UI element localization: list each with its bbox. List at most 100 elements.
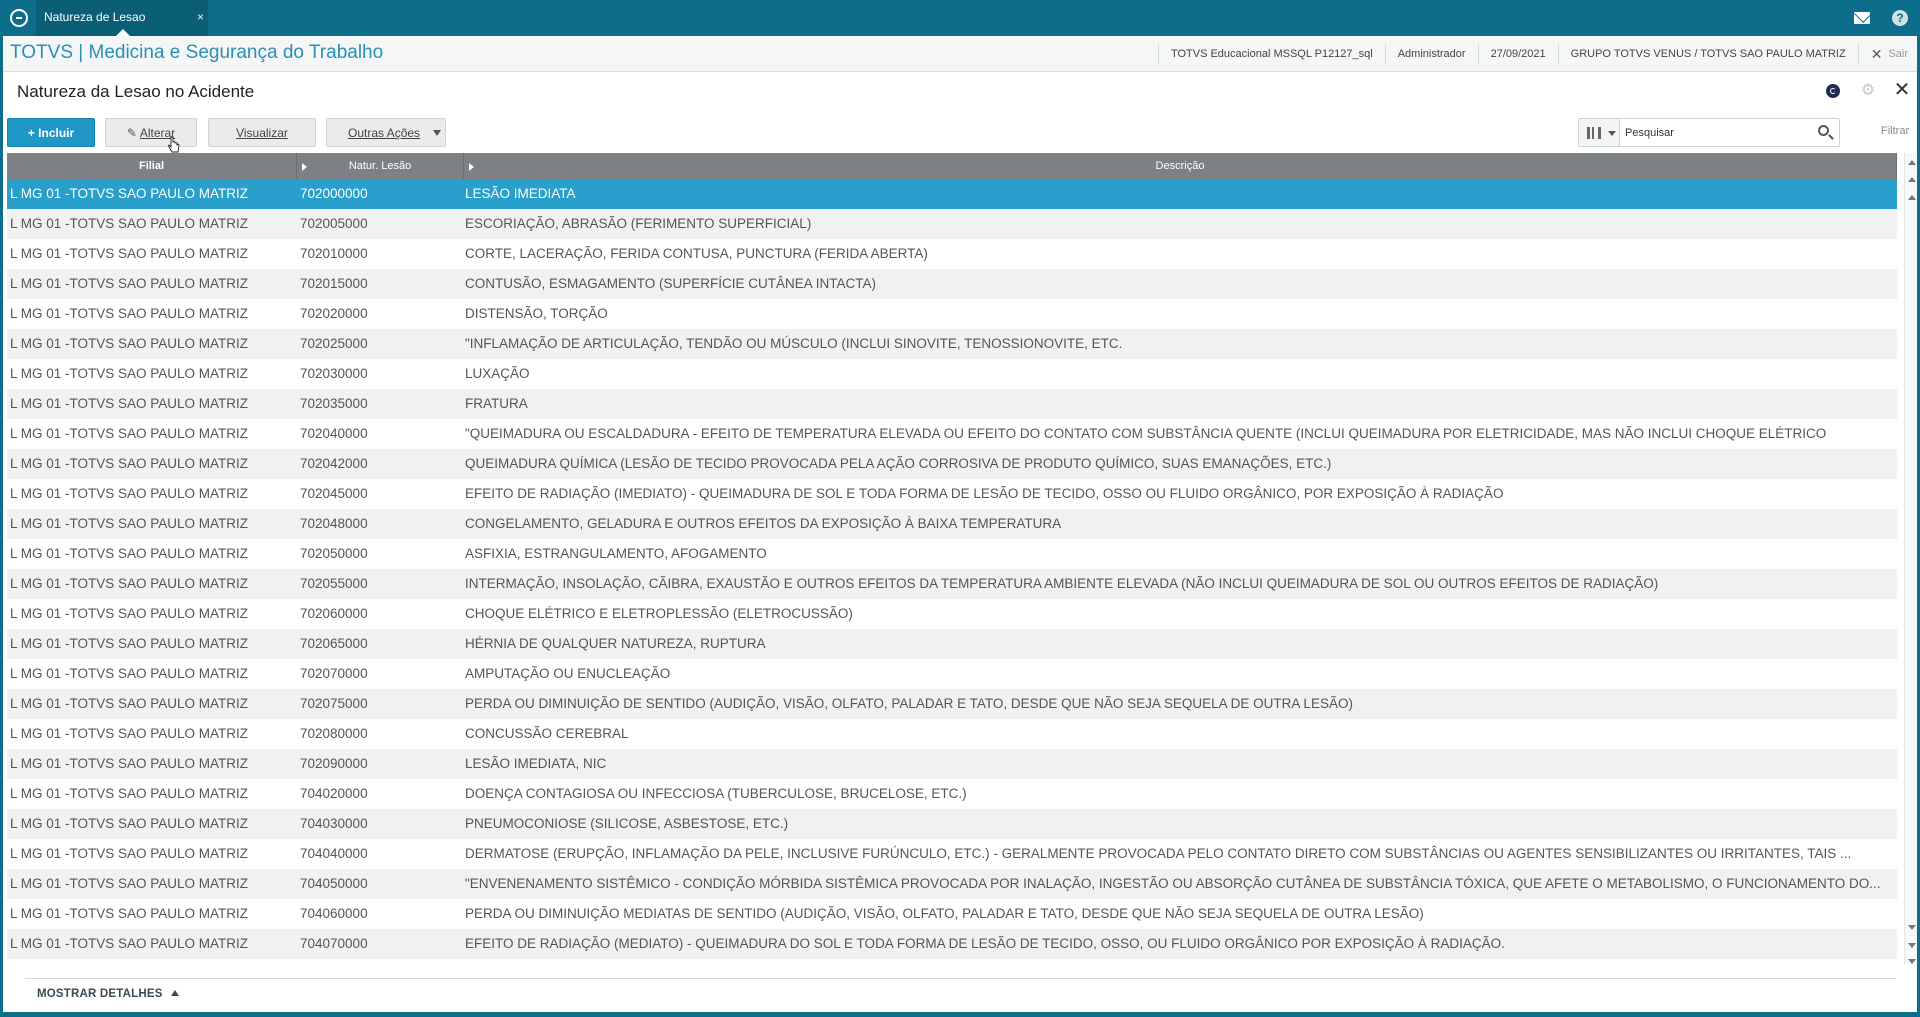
cell-natureza: 702060000 — [300, 606, 368, 621]
scroll-bottom-icon[interactable] — [1908, 959, 1916, 964]
table-row[interactable]: L MG 01 -TOTVS SAO PAULO MATRIZ 704070000… — [7, 929, 1897, 959]
table-row[interactable]: L MG 01 -TOTVS SAO PAULO MATRIZ 702045000… — [7, 479, 1897, 509]
cell-natureza: 702035000 — [300, 396, 368, 411]
cell-filial: L MG 01 -TOTVS SAO PAULO MATRIZ — [10, 246, 249, 261]
table-row[interactable]: L MG 01 -TOTVS SAO PAULO MATRIZ 702010000… — [7, 239, 1897, 269]
app-header: TOTVS | Medicina e Segurança do Trabalho… — [0, 36, 1920, 72]
cell-filial: L MG 01 -TOTVS SAO PAULO MATRIZ — [10, 636, 249, 651]
cell-natureza: 702020000 — [300, 306, 368, 321]
cell-filial: L MG 01 -TOTVS SAO PAULO MATRIZ — [10, 546, 249, 561]
help-icon[interactable]: ? — [1892, 10, 1908, 26]
table-row[interactable]: L MG 01 -TOTVS SAO PAULO MATRIZ 704020000… — [7, 779, 1897, 809]
details-footer: MOSTRAR DETALHES — [25, 978, 1896, 1008]
cell-filial: L MG 01 -TOTVS SAO PAULO MATRIZ — [10, 516, 249, 531]
chevron-down-icon — [433, 130, 441, 136]
cell-descricao: HÉRNIA DE QUALQUER NATUREZA, RUPTURA — [465, 636, 766, 651]
tab-natureza-lesao[interactable]: Natureza de Lesao [02.9.0035] × — [36, 0, 208, 58]
column-header-natureza-label: Natur. Lesão — [348, 160, 412, 172]
cell-descricao: PERDA OU DIMINUIÇÃO DE SENTIDO (AUDIÇÃO,… — [465, 696, 1353, 711]
grid-header: Filial Natur. Lesão Descrição — [7, 153, 1897, 179]
cell-descricao: PERDA OU DIMINUIÇÃO MEDIATAS DE SENTIDO … — [465, 906, 1424, 921]
chevron-up-icon — [170, 990, 179, 996]
mail-icon[interactable] — [1854, 12, 1870, 24]
table-row[interactable]: L MG 01 -TOTVS SAO PAULO MATRIZ 704030000… — [7, 809, 1897, 839]
chevron-down-icon — [1608, 131, 1616, 136]
cell-descricao: ESCORIAÇÃO, ABRASÃO (FERIMENTO SUPERFICI… — [465, 216, 812, 231]
column-header-natureza[interactable]: Natur. Lesão — [297, 153, 464, 179]
table-row[interactable]: L MG 01 -TOTVS SAO PAULO MATRIZ 702000000… — [7, 179, 1897, 209]
cell-filial: L MG 01 -TOTVS SAO PAULO MATRIZ — [10, 426, 249, 441]
show-details-button[interactable]: MOSTRAR DETALHES — [37, 988, 179, 1000]
cell-natureza: 702055000 — [300, 576, 368, 591]
table-row[interactable]: L MG 01 -TOTVS SAO PAULO MATRIZ 702042000… — [7, 449, 1897, 479]
table-row[interactable]: L MG 01 -TOTVS SAO PAULO MATRIZ 702090000… — [7, 749, 1897, 779]
table-row[interactable]: L MG 01 -TOTVS SAO PAULO MATRIZ 702025000… — [7, 329, 1897, 359]
more-actions-button[interactable]: Outras Ações — [326, 118, 446, 147]
table-row[interactable]: L MG 01 -TOTVS SAO PAULO MATRIZ 702048000… — [7, 509, 1897, 539]
cell-descricao: CHOQUE ELÉTRICO E ELETROPLESSÃO (ELETROC… — [465, 606, 853, 621]
table-row[interactable]: L MG 01 -TOTVS SAO PAULO MATRIZ 702075000… — [7, 689, 1897, 719]
cell-natureza: 702048000 — [300, 516, 368, 531]
include-button[interactable]: + Incluir — [7, 118, 95, 147]
mouse-cursor-icon — [168, 136, 180, 153]
cell-natureza: 702000000 — [300, 186, 368, 201]
table-row[interactable]: L MG 01 -TOTVS SAO PAULO MATRIZ 702065000… — [7, 629, 1897, 659]
cell-natureza: 702065000 — [300, 636, 368, 651]
alter-button[interactable]: ✎ Alterar — [105, 118, 197, 147]
cell-filial: L MG 01 -TOTVS SAO PAULO MATRIZ — [10, 756, 249, 771]
cell-descricao: INTERMAÇÃO, INSOLAÇÃO, CÃIBRA, EXAUSTÃO … — [465, 576, 1659, 591]
cell-descricao: PNEUMOCONIOSE (SILICOSE, ASBESTOSE, ETC.… — [465, 816, 789, 831]
gear-icon[interactable]: ⚙ — [1860, 83, 1876, 99]
table-row[interactable]: L MG 01 -TOTVS SAO PAULO MATRIZ 702035000… — [7, 389, 1897, 419]
table-row[interactable]: L MG 01 -TOTVS SAO PAULO MATRIZ 702070000… — [7, 659, 1897, 689]
cell-natureza: 702050000 — [300, 546, 368, 561]
search-box — [1578, 118, 1840, 147]
scroll-up-icon[interactable] — [1908, 195, 1916, 200]
table-row[interactable]: L MG 01 -TOTVS SAO PAULO MATRIZ 702060000… — [7, 599, 1897, 629]
cell-descricao: CONCUSSÃO CEREBRAL — [465, 726, 629, 741]
table-row[interactable]: L MG 01 -TOTVS SAO PAULO MATRIZ 702015000… — [7, 269, 1897, 299]
table-row[interactable]: L MG 01 -TOTVS SAO PAULO MATRIZ 704040000… — [7, 839, 1897, 869]
totvs-logo-icon[interactable] — [10, 9, 28, 27]
filter-link[interactable]: Filtrar — [1881, 125, 1909, 137]
column-header-descricao[interactable]: Descrição — [464, 153, 1897, 179]
table-row[interactable]: L MG 01 -TOTVS SAO PAULO MATRIZ 702055000… — [7, 569, 1897, 599]
window-border-bottom — [0, 1012, 1920, 1017]
cell-descricao: DERMATOSE (ERUPÇÃO, INFLAMAÇÃO DA PELE, … — [465, 846, 1852, 861]
scroll-top-icon[interactable] — [1908, 160, 1916, 165]
column-header-filial[interactable]: Filial — [7, 153, 297, 179]
cell-descricao: EFEITO DE RADIAÇÃO (IMEDIATO) - QUEIMADU… — [465, 486, 1504, 501]
cell-natureza: 702010000 — [300, 246, 368, 261]
page-down-icon[interactable] — [1908, 943, 1916, 948]
vertical-scrollbar[interactable] — [1904, 153, 1918, 965]
search-input[interactable] — [1625, 122, 1805, 143]
cell-filial: L MG 01 -TOTVS SAO PAULO MATRIZ — [10, 606, 249, 621]
table-row[interactable]: L MG 01 -TOTVS SAO PAULO MATRIZ 702040000… — [7, 419, 1897, 449]
exit-button[interactable]: ✕ Sair — [1857, 44, 1920, 64]
table-row[interactable]: L MG 01 -TOTVS SAO PAULO MATRIZ 702005000… — [7, 209, 1897, 239]
table-row[interactable]: L MG 01 -TOTVS SAO PAULO MATRIZ 704060000… — [7, 899, 1897, 929]
exit-icon: ✕ — [1870, 46, 1883, 62]
circle-app-icon[interactable] — [1826, 84, 1840, 98]
column-header-descricao-label: Descrição — [1155, 160, 1205, 172]
table-row[interactable]: L MG 01 -TOTVS SAO PAULO MATRIZ 702030000… — [7, 359, 1897, 389]
close-icon[interactable]: ✕ — [1892, 80, 1912, 100]
data-grid: Filial Natur. Lesão Descrição L MG 01 -T… — [7, 153, 1919, 965]
table-row[interactable]: L MG 01 -TOTVS SAO PAULO MATRIZ 704050000… — [7, 869, 1897, 899]
columns-button[interactable] — [1579, 119, 1620, 146]
cell-descricao: AMPUTAÇÃO OU ENUCLEAÇÃO — [465, 666, 671, 681]
view-button[interactable]: Visualizar — [208, 118, 316, 147]
table-row[interactable]: L MG 01 -TOTVS SAO PAULO MATRIZ 702020000… — [7, 299, 1897, 329]
cell-natureza: 704020000 — [300, 786, 368, 801]
page-up-icon[interactable] — [1908, 177, 1916, 182]
search-icon[interactable] — [1818, 125, 1829, 136]
scroll-down-icon[interactable] — [1908, 925, 1916, 930]
view-label: Visualizar — [236, 126, 288, 140]
cell-filial: L MG 01 -TOTVS SAO PAULO MATRIZ — [10, 486, 249, 501]
table-row[interactable]: L MG 01 -TOTVS SAO PAULO MATRIZ 702050000… — [7, 539, 1897, 569]
cell-descricao: QUEIMADURA QUÍMICA (LESÃO DE TECIDO PROV… — [465, 456, 1332, 471]
cell-natureza: 702005000 — [300, 216, 368, 231]
tab-close-icon[interactable]: × — [197, 0, 204, 34]
cell-descricao: "QUEIMADURA OU ESCALDADURA - EFEITO DE T… — [465, 426, 1827, 441]
table-row[interactable]: L MG 01 -TOTVS SAO PAULO MATRIZ 702080000… — [7, 719, 1897, 749]
